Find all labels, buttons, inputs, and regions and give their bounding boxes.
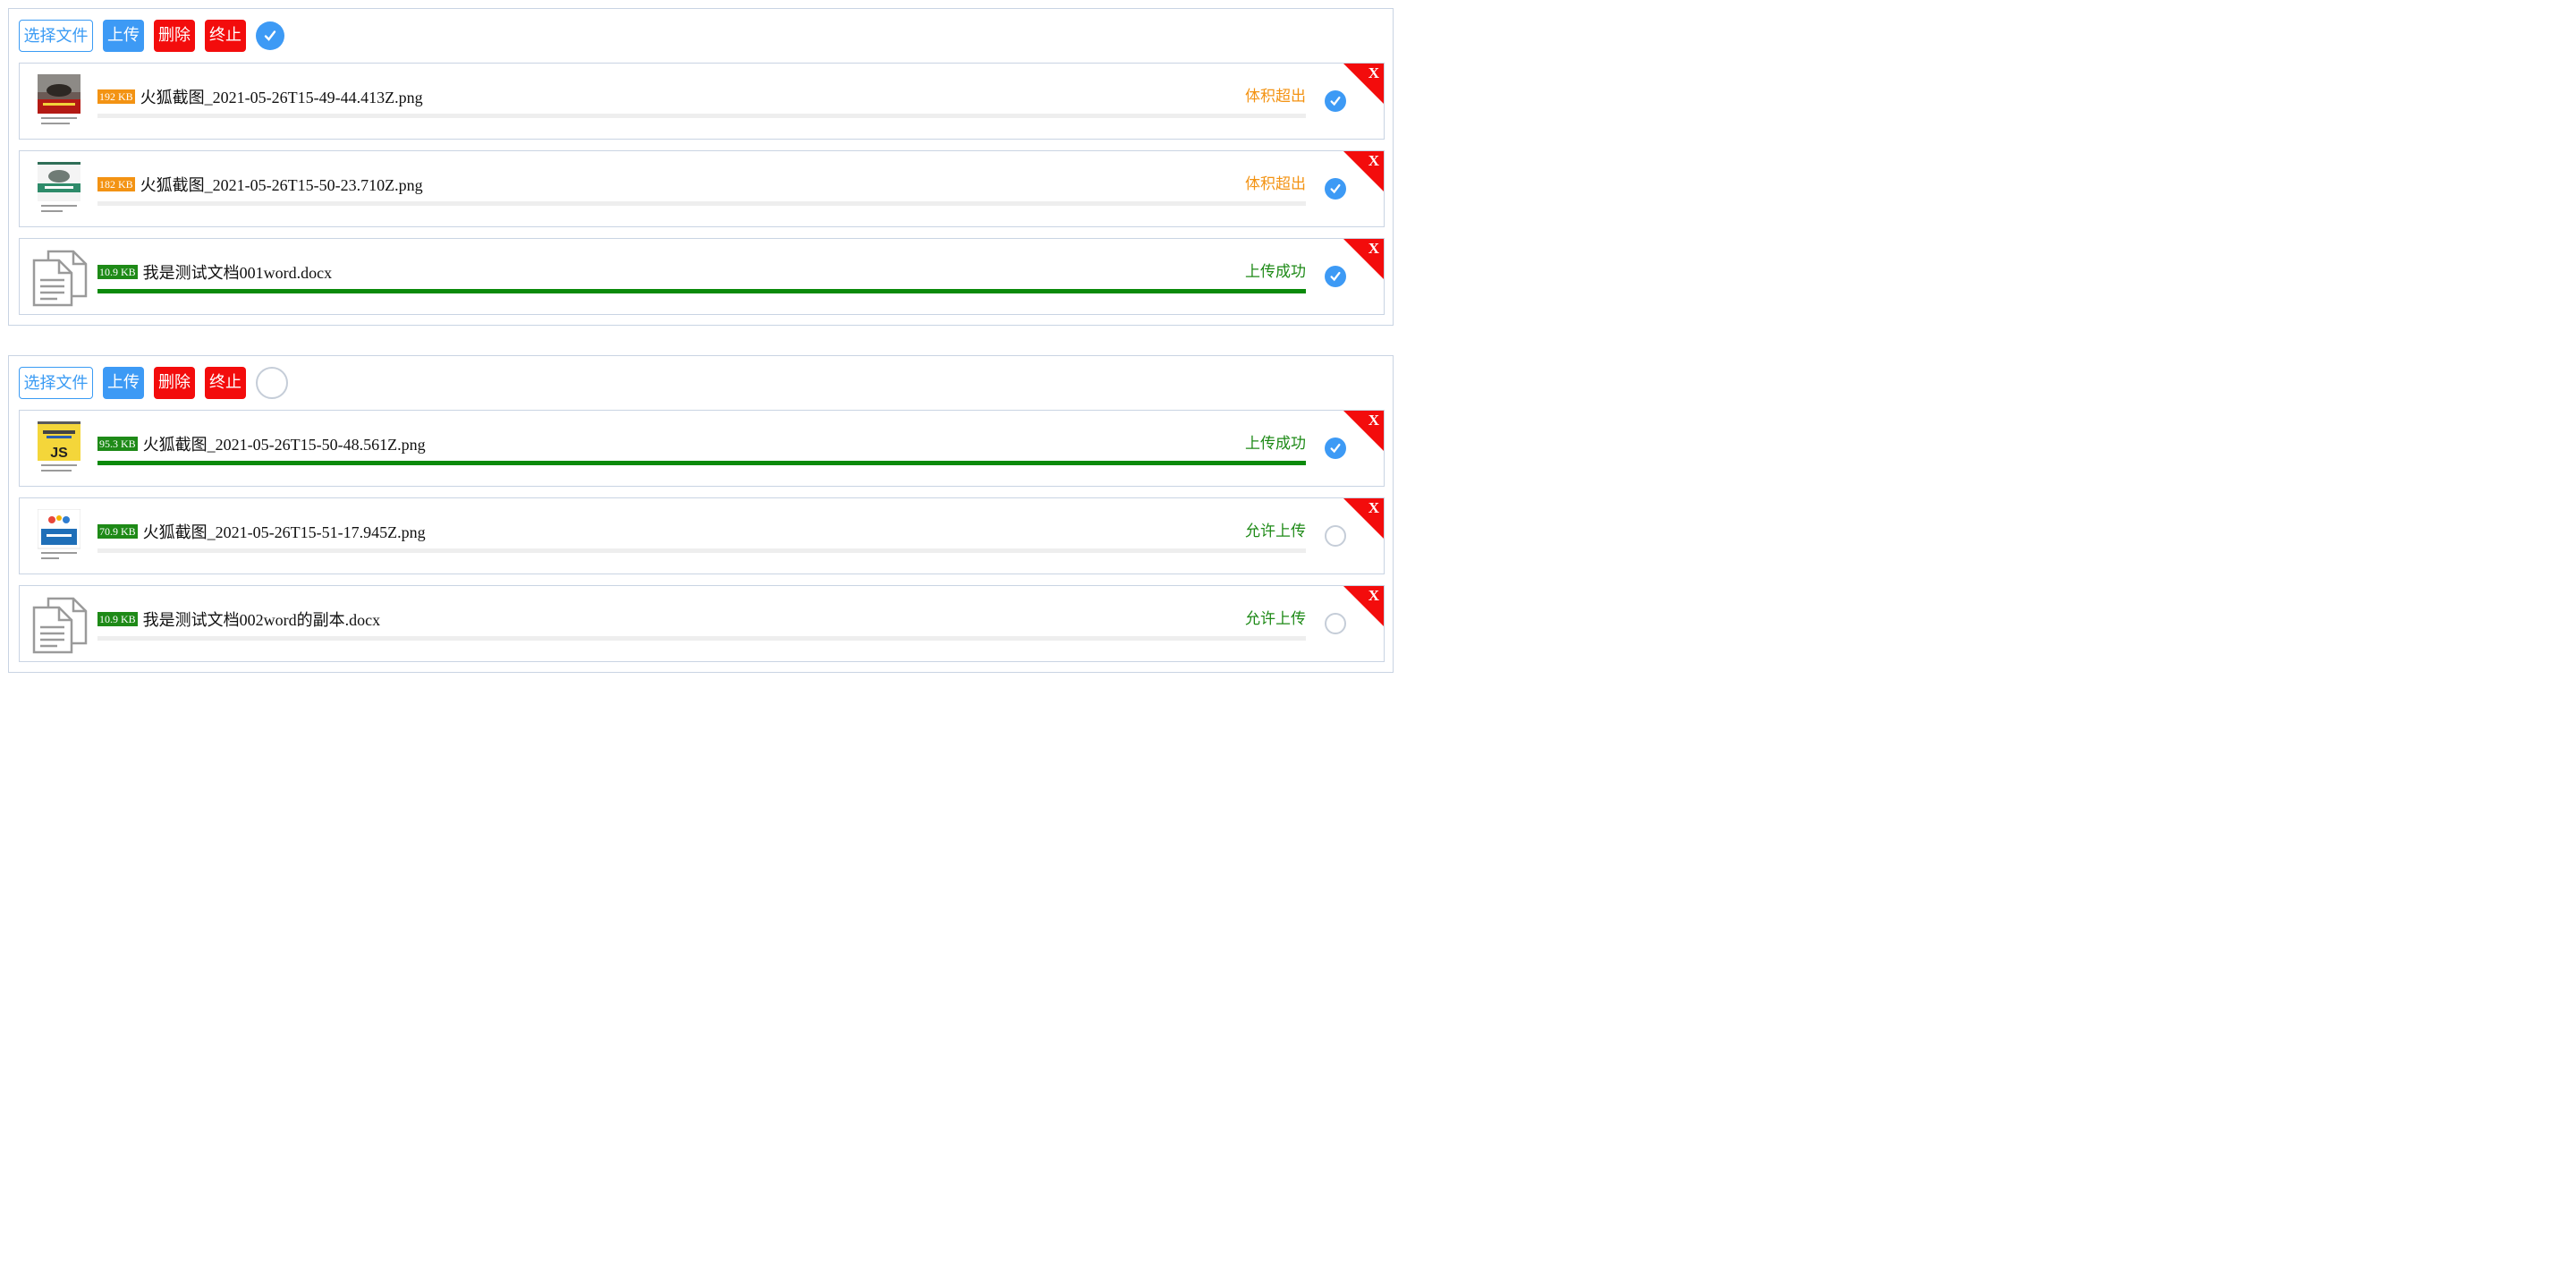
file-name: 火狐截图_2021-05-26T15-51-17.945Z.png [142, 523, 426, 541]
choose-file-button[interactable]: 选择文件 [19, 367, 93, 399]
file-size-badge: 182 KB [97, 177, 135, 191]
choose-file-button[interactable]: 选择文件 [19, 20, 93, 52]
checkmark-icon [1330, 183, 1341, 194]
progress-fill [97, 289, 1306, 293]
status-text: 允许上传 [1245, 610, 1306, 628]
file-size-badge: 10.9 KB [97, 265, 138, 279]
toolbar: 选择文件 上传 删除 终止 [19, 19, 284, 53]
upload-button[interactable]: 上传 [103, 367, 144, 399]
select-all-checkbox[interactable] [256, 21, 284, 50]
file-item: JS 95.3 KB 火狐截图_2021-05-26T15-50-48.561Z… [19, 410, 1385, 487]
stop-button[interactable]: 终止 [205, 367, 246, 399]
checkmark-icon [1330, 271, 1341, 282]
file-meta: 192 KB 火狐截图_2021-05-26T15-49-44.413Z.png [97, 85, 423, 108]
progress-bar [97, 201, 1306, 206]
file-meta: 182 KB 火狐截图_2021-05-26T15-50-23.710Z.png [97, 173, 423, 196]
checkmark-icon [1330, 443, 1341, 454]
status-text: 上传成功 [1245, 263, 1306, 281]
document-icon [32, 597, 88, 654]
file-size-badge: 10.9 KB [97, 612, 138, 626]
file-name: 火狐截图_2021-05-26T15-50-48.561Z.png [142, 436, 426, 454]
remove-button[interactable]: X [1368, 152, 1379, 170]
progress-fill [97, 461, 1306, 465]
upload-panel-1: 选择文件 上传 删除 终止 192 KB 火狐截图_2021-05-26T15-… [8, 8, 1394, 326]
svg-text:JS: JS [50, 446, 68, 461]
file-name: 火狐截图_2021-05-26T15-49-44.413Z.png [140, 89, 423, 106]
file-item: 70.9 KB 火狐截图_2021-05-26T15-51-17.945Z.pn… [19, 497, 1385, 574]
progress-bar [97, 636, 1306, 641]
file-meta: 10.9 KB 我是测试文档001word.docx [97, 260, 332, 284]
remove-button[interactable]: X [1368, 499, 1379, 517]
progress-bar [97, 548, 1306, 553]
file-item: 182 KB 火狐截图_2021-05-26T15-50-23.710Z.png… [19, 150, 1385, 227]
file-size-badge: 95.3 KB [97, 437, 138, 451]
book-cover-thumbnail [38, 162, 80, 212]
checkmark-icon [264, 30, 276, 41]
file-size-badge: 70.9 KB [97, 524, 138, 539]
toolbar: 选择文件 上传 删除 终止 [19, 366, 288, 400]
checkmark-icon [1330, 96, 1341, 106]
file-item: 10.9 KB 我是测试文档002word的副本.docx 允许上传 X [19, 585, 1385, 662]
status-text: 体积超出 [1245, 175, 1306, 193]
file-meta: 10.9 KB 我是测试文档002word的副本.docx [97, 608, 380, 631]
file-name: 火狐截图_2021-05-26T15-50-23.710Z.png [140, 176, 423, 194]
progress-bar [97, 289, 1306, 293]
book-cover-thumbnail: JS [38, 421, 80, 472]
select-all-checkbox[interactable] [256, 367, 288, 399]
file-item: 192 KB 火狐截图_2021-05-26T15-49-44.413Z.png… [19, 63, 1385, 140]
status-text: 允许上传 [1245, 523, 1306, 540]
book-cover-thumbnail [38, 74, 80, 124]
delete-button[interactable]: 删除 [154, 20, 195, 52]
progress-bar [97, 114, 1306, 118]
stop-button[interactable]: 终止 [205, 20, 246, 52]
file-meta: 95.3 KB 火狐截图_2021-05-26T15-50-48.561Z.pn… [97, 432, 426, 455]
remove-button[interactable]: X [1368, 412, 1379, 429]
file-size-badge: 192 KB [97, 89, 135, 104]
document-icon [32, 250, 88, 307]
remove-button[interactable]: X [1368, 587, 1379, 605]
file-name: 我是测试文档002word的副本.docx [142, 611, 381, 629]
upload-panel-2: 选择文件 上传 删除 终止 JS 95.3 KB 火狐截图_2021-05-26… [8, 355, 1394, 673]
file-name: 我是测试文档001word.docx [142, 264, 333, 282]
status-text: 上传成功 [1245, 435, 1306, 453]
book-cover-thumbnail [38, 509, 80, 559]
progress-bar [97, 461, 1306, 465]
delete-button[interactable]: 删除 [154, 367, 195, 399]
remove-button[interactable]: X [1368, 64, 1379, 82]
status-text: 体积超出 [1245, 88, 1306, 106]
remove-button[interactable]: X [1368, 240, 1379, 258]
file-meta: 70.9 KB 火狐截图_2021-05-26T15-51-17.945Z.pn… [97, 520, 426, 543]
upload-button[interactable]: 上传 [103, 20, 144, 52]
file-item: 10.9 KB 我是测试文档001word.docx 上传成功 X [19, 238, 1385, 315]
